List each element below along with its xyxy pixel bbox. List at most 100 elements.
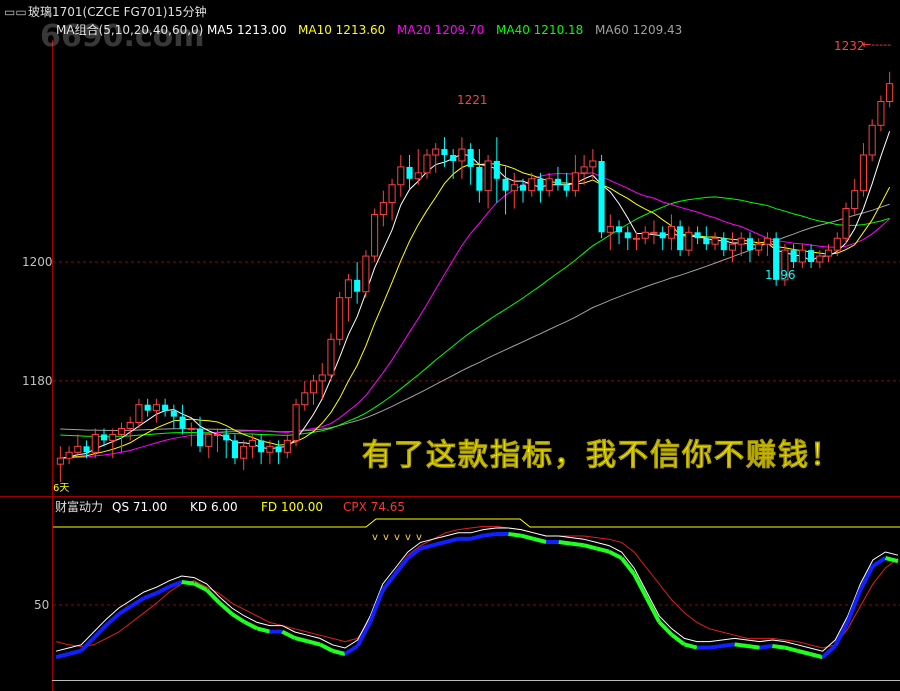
candle (711, 232, 719, 251)
indicator-rising-segment (92, 623, 108, 640)
candle (275, 440, 282, 465)
candle-body (344, 279, 352, 299)
candle-body (589, 160, 597, 168)
indicator-falling-segment (734, 642, 748, 648)
indicator-falling-segment (746, 644, 761, 650)
candle (336, 291, 344, 346)
indicator-fd: FD 100.00 (261, 500, 323, 514)
indicator-rising-segment (368, 589, 385, 623)
indicator-falling-segment (218, 601, 234, 616)
candle-body (388, 184, 396, 204)
candle (344, 273, 352, 322)
indicator-rising-segment (68, 648, 82, 656)
indicator-falling-segment (784, 645, 798, 653)
candle (231, 434, 239, 465)
indicator-falling-segment (181, 580, 195, 586)
candle (624, 226, 631, 251)
candle-body (292, 404, 300, 441)
indicator-falling-segment (772, 644, 786, 650)
indicator-rising-segment (104, 612, 121, 627)
candle (763, 232, 771, 257)
ma20-label: MA20 1209.70 (397, 23, 484, 37)
candle (842, 202, 850, 245)
indicator-fd-line (53, 518, 900, 528)
candle-body (650, 231, 658, 234)
candle-body (179, 416, 186, 429)
candle (677, 220, 684, 257)
candle (851, 178, 859, 215)
indicator-marker: v (383, 532, 389, 543)
candle (641, 226, 649, 245)
candle (571, 155, 579, 197)
candle-body (606, 225, 614, 233)
indicator-marker: v (405, 532, 411, 543)
candle (196, 416, 204, 453)
indicator-rising-segment (470, 533, 484, 541)
candle (798, 244, 806, 268)
candle (432, 143, 440, 173)
candle-body (598, 160, 605, 233)
indicator-rising-segment (168, 580, 183, 589)
candle-body (667, 225, 675, 239)
candle (65, 446, 73, 465)
candle (790, 244, 797, 268)
candle (205, 433, 213, 459)
candle (354, 262, 361, 304)
indicator-falling-segment (595, 546, 610, 554)
indicator-falling-segment (670, 633, 686, 646)
indicator-rising-segment (143, 591, 158, 600)
y-tick-label-1200: 1200 (22, 255, 53, 269)
indicator-falling-segment (508, 532, 522, 538)
candle-body (205, 433, 213, 447)
candle (563, 172, 570, 197)
indicator-falling-segment (644, 597, 661, 623)
candle-body (833, 237, 841, 251)
candle-body (554, 178, 561, 185)
candle-body (135, 404, 143, 424)
candle (144, 398, 151, 417)
candle-body (694, 232, 701, 239)
indicator-rising-segment (355, 621, 372, 647)
candle-body (886, 83, 894, 103)
chart-title: 玻璃1701(CZCE FG701)15分钟 (28, 4, 207, 19)
indicator-falling-segment (319, 642, 334, 653)
candle (510, 172, 518, 209)
candle-body (170, 410, 177, 417)
candle-body (502, 178, 509, 191)
candle (659, 226, 666, 251)
candle (694, 226, 701, 245)
candle-body (109, 433, 117, 441)
indicator-kd: KD 6.00 (190, 500, 238, 514)
candle-body (746, 238, 754, 251)
candle (371, 208, 379, 263)
candle-body (100, 434, 108, 441)
annotation-low-1196: 1196 (765, 268, 796, 282)
candle (406, 155, 413, 191)
candle-body (56, 457, 64, 465)
indicator-marker: v (416, 532, 422, 543)
indicator-falling-segment (243, 620, 258, 631)
candle (258, 434, 265, 465)
candle-body (371, 213, 379, 257)
candle (283, 434, 291, 459)
ma5-line (60, 131, 891, 459)
candle-body (737, 237, 745, 245)
indicator-cpx: CPX 74.65 (343, 500, 405, 514)
candle-body (545, 178, 553, 192)
candle-body (467, 149, 474, 167)
candle-body (720, 238, 727, 251)
candle-body (65, 451, 73, 459)
indicator-falling-segment (558, 540, 572, 546)
candle (187, 422, 195, 447)
indicator-falling-segment (331, 648, 346, 656)
watermark: 6690.com (40, 19, 205, 54)
candle-body (126, 422, 134, 429)
indicator-falling-segment (520, 533, 535, 541)
candle-body (450, 155, 457, 161)
candle-body (223, 434, 230, 441)
candle (327, 333, 335, 381)
indicator-red-line (55, 525, 899, 649)
indicator-rising-segment (483, 532, 497, 538)
candle-body (318, 374, 326, 382)
candle (650, 220, 658, 245)
